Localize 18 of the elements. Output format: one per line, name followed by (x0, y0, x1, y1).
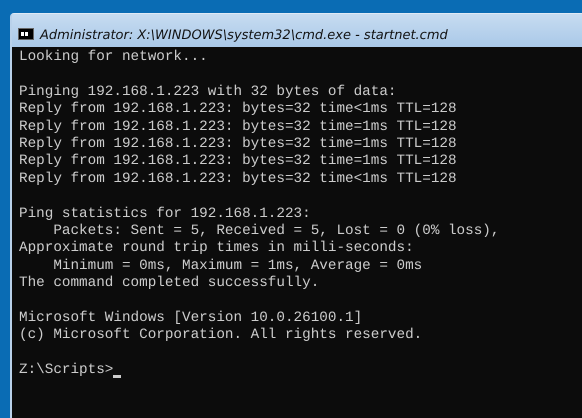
console-line: Reply from 192.168.1.223: bytes=32 time=1ms TTL=128 (19, 153, 458, 171)
window-title: Administrator: X:\WINDOWS\system32\cmd.exe - startnet.cmd (40, 28, 448, 43)
console-line: The command completed successfully. (19, 275, 320, 293)
console-line: Looking for network... (19, 49, 209, 66)
console-line: Reply from 192.168.1.223: bytes=32 time=1ms TTL=128 (19, 136, 458, 154)
console-line: Approximate round trip times in milli-seconds: (19, 240, 415, 258)
console-line: Pinging 192.168.1.223 with 32 bytes of data: (19, 84, 398, 102)
console-line: Packets: Sent = 5, Received = 5, Lost = 0 (0% loss), (52, 223, 500, 240)
console-line: Microsoft Windows [Version 10.0.26100.1] (19, 310, 364, 328)
console-line: Ping statistics for 192.168.1.223: (19, 206, 312, 224)
console-line: Minimum = 0ms, Maximum = 1ms, Average = 0ms (52, 258, 424, 276)
command-prompt: Z:\Scripts> (19, 362, 114, 380)
text-cursor (113, 374, 122, 378)
console-line: (c) Microsoft Corporation. All rights reserved. (19, 327, 424, 345)
console-icon (18, 28, 34, 40)
console-line: Reply from 192.168.1.223: bytes=32 time<1ms TTL=128 (19, 170, 458, 188)
console-line: Reply from 192.168.1.223: bytes=32 time<1ms TTL=128 (19, 101, 458, 119)
console-line: Reply from 192.168.1.223: bytes=32 time=1ms TTL=128 (19, 118, 458, 136)
